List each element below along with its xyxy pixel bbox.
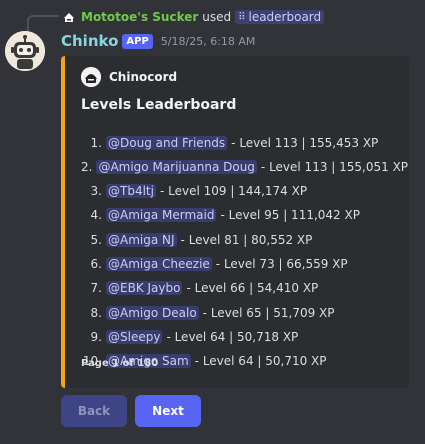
entry-stats: - Level 81 | 80,552 XP [180, 232, 313, 247]
entry-stats: - Level 113 | 155,051 XP [260, 159, 409, 174]
leaderboard-entry: 4. @Amiga Mermaid - Level 95 | 111,042 X… [81, 205, 401, 226]
entry-rank: 3. [90, 184, 102, 199]
back-button[interactable]: Back [61, 395, 127, 427]
entry-stats: - Level 64 | 50,710 XP [194, 354, 327, 369]
user-mention[interactable]: @Tb4ltj [106, 184, 156, 199]
bot-avatar[interactable] [5, 31, 45, 71]
user-mention[interactable]: @Amigo Dealo [106, 305, 199, 320]
user-mention[interactable]: @Amigo Marijuanna Doug [96, 159, 257, 174]
leaderboard-entry: 5. @Amiga NJ - Level 81 | 80,552 XP [81, 229, 401, 250]
reply-connector-line [27, 15, 59, 31]
entry-stats: - Level 95 | 111,042 XP [220, 208, 360, 223]
embed-footer-page-indicator: Page 1 of 180 [81, 358, 159, 369]
entry-rank: 9. [90, 329, 102, 344]
command-name: leaderboard [248, 10, 322, 24]
user-mention[interactable]: @Amiga Cheezie [106, 256, 212, 271]
entry-rank: 6. [90, 256, 102, 271]
embed-title: Levels Leaderboard [81, 97, 237, 113]
leaderboard-entry: 8. @Amigo Dealo - Level 65 | 51,709 XP [81, 302, 401, 323]
reply-context[interactable]: Mototoe's Sucker used ⠿ leaderboard [62, 8, 325, 26]
entry-stats: - Level 66 | 54,410 XP [186, 281, 319, 296]
app-badge: APP [122, 33, 153, 49]
leaderboard-list: 1. @Doug and Friends - Level 113 | 155,4… [81, 132, 408, 375]
entry-rank: 7. [90, 281, 102, 296]
entry-stats: - Level 64 | 50,718 XP [166, 329, 299, 344]
entry-stats: - Level 109 | 144,174 XP [159, 184, 308, 199]
leaderboard-entry: 2. @Amigo Marijuanna Doug - Level 113 | … [81, 156, 408, 177]
embed-author-name: Chinocord [109, 70, 178, 84]
leaderboard-entry: 7. @EBK Jaybo - Level 66 | 54,410 XP [81, 278, 401, 299]
user-mention[interactable]: @Sleepy [106, 329, 163, 344]
reply-username[interactable]: Mototoe's Sucker [81, 10, 198, 24]
entry-stats: - Level 73 | 66,559 XP [215, 256, 348, 271]
entry-rank: 5. [90, 232, 102, 247]
entry-rank: 4. [90, 208, 102, 223]
message-header: Chinko APP 5/18/25, 6:18 AM [61, 31, 255, 51]
leaderboard-entry: 6. @Amiga Cheezie - Level 73 | 66,559 XP [81, 253, 401, 274]
next-button[interactable]: Next [135, 395, 201, 427]
entry-stats: - Level 113 | 155,453 XP [231, 135, 379, 150]
leaderboard-entry: 9. @Sleepy - Level 64 | 50,718 XP [81, 326, 401, 347]
entry-rank: 8. [90, 305, 102, 320]
reply-user-avatar[interactable] [62, 10, 76, 24]
leaderboard-embed: Chinocord Levels Leaderboard 1. @Doug an… [61, 56, 409, 388]
reply-used-text: used [202, 10, 232, 24]
user-mention[interactable]: @Amiga Mermaid [106, 208, 217, 223]
slash-command-icon: ⠿ [238, 11, 246, 23]
user-mention[interactable]: @EBK Jaybo [106, 281, 183, 296]
leaderboard-entry: 3. @Tb4ltj - Level 109 | 144,174 XP [81, 181, 401, 202]
user-mention[interactable]: @Doug and Friends [106, 135, 228, 150]
chinocord-logo-icon [81, 67, 101, 87]
entry-rank: 2. [81, 159, 93, 174]
command-mention[interactable]: ⠿ leaderboard [235, 10, 325, 24]
entry-rank: 1. [90, 135, 102, 150]
user-mention[interactable]: @Amiga NJ [106, 232, 177, 247]
leaderboard-entry: 1. @Doug and Friends - Level 113 | 155,4… [81, 132, 401, 153]
message-timestamp: 5/18/25, 6:18 AM [160, 34, 256, 48]
embed-author: Chinocord [81, 67, 177, 87]
entry-stats: - Level 65 | 51,709 XP [202, 305, 335, 320]
bot-username[interactable]: Chinko [61, 32, 118, 50]
